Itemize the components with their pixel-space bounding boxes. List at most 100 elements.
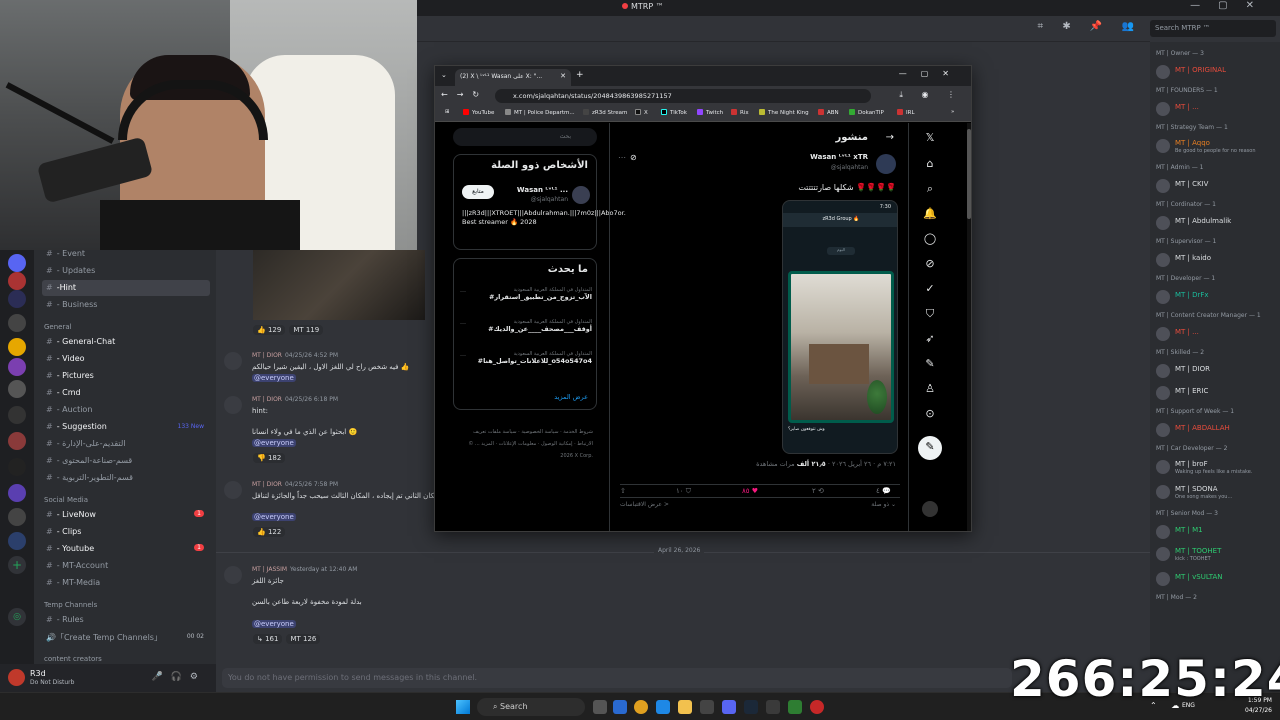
avatar[interactable] xyxy=(8,669,25,686)
member-item[interactable]: MT | Abdulmalik xyxy=(1154,214,1278,232)
member-item[interactable]: MT | broF Waking up feels like a mistake. xyxy=(1154,458,1278,476)
channel-pictures[interactable]: # - Pictures xyxy=(42,368,210,384)
close-tab-icon[interactable]: ✕ xyxy=(560,72,566,80)
server-icon[interactable] xyxy=(8,380,26,398)
browser-toolbar-icons[interactable]: ⤓ ◉ ⋮ xyxy=(899,90,963,100)
window-controls[interactable]: —▢✕ xyxy=(1190,0,1272,11)
more-options-icon[interactable]: ⋯ xyxy=(618,153,626,162)
member-item[interactable]: MT | M1 xyxy=(1154,523,1278,541)
message-mention[interactable]: @everyone xyxy=(252,439,296,447)
follow-button[interactable]: متابع xyxy=(462,185,494,199)
x-footer-links[interactable]: شروط الخدمة · سياسة الخصوصية · سياسة ملف… xyxy=(459,426,593,462)
browser-window-controls[interactable]: —▢✕ xyxy=(899,69,963,78)
discord-icon[interactable] xyxy=(722,700,736,714)
embedded-image[interactable] xyxy=(253,250,425,320)
avatar[interactable] xyxy=(1156,179,1170,193)
avatar[interactable] xyxy=(1156,525,1170,539)
bookmarks-overflow-icon[interactable]: » xyxy=(951,109,954,115)
bookmark-abn[interactable]: ABN xyxy=(818,109,839,116)
server-icon[interactable] xyxy=(8,484,26,502)
bookmark-youtube[interactable]: YouTube xyxy=(463,109,494,116)
bookmark-twitch[interactable]: Twitch xyxy=(697,109,723,116)
server-icon[interactable] xyxy=(8,406,26,424)
avatar[interactable] xyxy=(922,501,938,517)
channel-general-chat[interactable]: # - General-Chat xyxy=(42,334,210,350)
channel-rules[interactable]: # - Rules xyxy=(42,612,210,628)
message-mention[interactable]: @everyone xyxy=(252,513,296,521)
member-item[interactable]: MT | vSULTAN xyxy=(1154,570,1278,588)
channel-mt-account[interactable]: # - MT-Account xyxy=(42,558,210,574)
avatar[interactable] xyxy=(1156,253,1170,267)
trend-item[interactable]: … المتداول في المملكة العربية السعودية #أو… xyxy=(460,319,592,333)
avatar[interactable] xyxy=(1156,364,1170,378)
add-server-icon[interactable]: + xyxy=(8,556,26,574)
channel-youtube[interactable]: # - Youtube 1 xyxy=(42,541,210,557)
member-item[interactable]: MT | ORIGINAL xyxy=(1154,63,1278,81)
header-icons[interactable]: ⌗ ✱ 📌 👥 xyxy=(1038,21,1142,32)
channel-updates[interactable]: # - Updates xyxy=(42,263,210,279)
avatar[interactable] xyxy=(1156,139,1170,153)
user-controls[interactable]: 🎤🎧⚙ xyxy=(152,672,206,682)
jobs-icon[interactable]: ➶ xyxy=(922,332,938,345)
avatar[interactable] xyxy=(1156,65,1170,79)
reactions[interactable]: ↳ 161 MT 126 xyxy=(253,634,324,647)
server-search-input[interactable]: Search MTRP ™ xyxy=(1150,20,1276,37)
grok-nav-icon[interactable]: ⊘ xyxy=(922,257,938,270)
post-media-image[interactable]: 7:30 zR3d Group 🔥 اليوم وش تتوقعون صاير؟ xyxy=(782,200,898,454)
x-logo-icon[interactable]: 𝕏 xyxy=(922,131,938,144)
bookmark-night-king[interactable]: The Night King xyxy=(759,109,809,116)
member-item[interactable]: MT | ... xyxy=(1154,100,1278,118)
scrollbar[interactable] xyxy=(967,123,971,531)
member-item[interactable]: MT | CKIV xyxy=(1154,177,1278,195)
trend-item[interactable]: … المتداول في المملكة العربية السعودية #ال… xyxy=(460,287,592,301)
bookmark-tiktok[interactable]: TikTok xyxy=(661,109,687,116)
app-icon[interactable] xyxy=(788,700,802,714)
server-icon[interactable] xyxy=(8,314,26,332)
steam-icon[interactable] xyxy=(744,700,758,714)
member-item[interactable]: MT | Aqqo Be good to people for no reason xyxy=(1154,137,1278,155)
file-explorer-icon[interactable] xyxy=(678,700,692,714)
x-search-input[interactable]: بحث xyxy=(453,128,597,146)
obs-icon[interactable] xyxy=(810,700,824,714)
channel-suggestion[interactable]: # - Suggestion 133 New xyxy=(42,419,210,435)
messages-icon[interactable]: ◯ xyxy=(922,232,938,245)
bookmark-x[interactable]: X xyxy=(635,109,648,116)
reactions[interactable]: 👍 129 MT 119 xyxy=(253,325,327,338)
url-input[interactable]: x.com/sjalqahtan/status/2048439863985271… xyxy=(495,89,871,103)
avatar[interactable] xyxy=(1156,290,1170,304)
app-icon[interactable] xyxy=(766,700,780,714)
notifications-icon[interactable]: 🔔 xyxy=(922,207,938,220)
channel-event[interactable]: # - Event xyxy=(42,250,210,262)
communities-icon[interactable]: ✓ xyxy=(922,282,938,295)
channel-livenow[interactable]: # - LiveNow 1 xyxy=(42,507,210,523)
channel-content-dept[interactable]: # - قسم-صناعة-المحتوى xyxy=(42,453,210,469)
avatar[interactable] xyxy=(1156,216,1170,230)
post-author-handle[interactable]: @sjalqahtan xyxy=(831,164,868,171)
member-item[interactable]: MT | DIOR xyxy=(1154,362,1278,380)
app-icon[interactable] xyxy=(700,700,714,714)
chrome-icon[interactable] xyxy=(634,700,648,714)
channel-hint[interactable]: # -Hint xyxy=(42,280,210,296)
compose-post-button[interactable]: ✎ xyxy=(918,436,942,460)
channel-business[interactable]: # - Business xyxy=(42,297,210,313)
more-icon[interactable]: ⊙ xyxy=(922,407,938,420)
tab-x-post[interactable]: (2) X \ ᴸᵛᴸ¹ Wasan على X: "... ✕ xyxy=(455,69,571,86)
avatar[interactable] xyxy=(1156,572,1170,586)
bookmark-button[interactable]: ١٠ ⛉ xyxy=(676,487,691,496)
task-view-icon[interactable] xyxy=(593,700,607,714)
related-handle[interactable]: @sjalqahtan xyxy=(531,196,568,203)
member-item[interactable]: MT | ABDALLAH xyxy=(1154,421,1278,439)
avatar[interactable] xyxy=(1156,102,1170,116)
avatar[interactable] xyxy=(1156,423,1170,437)
server-icon[interactable] xyxy=(8,532,26,550)
server-icon[interactable] xyxy=(8,338,26,356)
profile-icon[interactable]: ♙ xyxy=(922,382,938,395)
bookmarks-nav-icon[interactable]: ⛉ xyxy=(922,307,938,321)
post-author-name[interactable]: Wasan ᴸᵛᴸ¹ xTR xyxy=(810,153,868,161)
repost-button[interactable]: ٢ ⟲ xyxy=(812,487,824,495)
avatar[interactable] xyxy=(224,566,242,584)
message-mention[interactable]: @everyone xyxy=(252,374,296,382)
server-icon[interactable] xyxy=(8,254,26,272)
bookmark-dokantip[interactable]: DokanTIP xyxy=(849,109,884,116)
server-icon[interactable] xyxy=(8,458,26,476)
